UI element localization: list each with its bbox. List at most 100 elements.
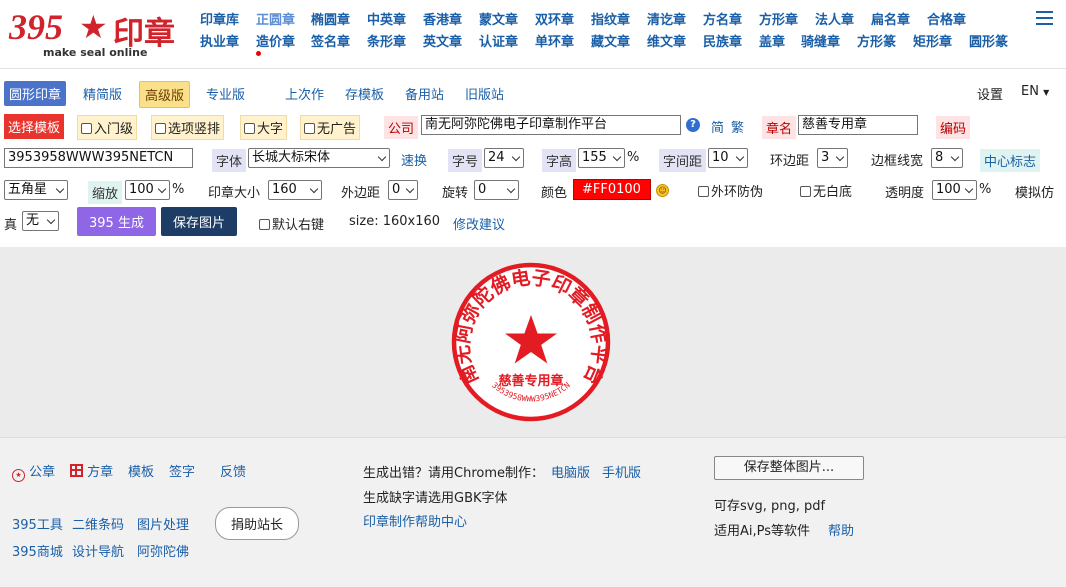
nav-row1-item-7[interactable]: 指纹章 — [591, 9, 630, 28]
outer-ring-label: 外环防伪 — [711, 185, 764, 200]
tab-pro[interactable]: 专业版 — [206, 84, 245, 103]
site-logo[interactable]: 395 ★ 印章 make seal online — [9, 6, 179, 62]
language-select[interactable]: EN ▼ — [1021, 84, 1049, 99]
footer-signature-link[interactable]: 签字 — [169, 461, 195, 480]
footer-seal-link[interactable]: ★ 公章 — [12, 461, 55, 482]
border-width-select[interactable]: 8 — [931, 148, 963, 168]
nav-row1-item-6[interactable]: 双环章 — [535, 9, 574, 28]
settings-link[interactable]: 设置 — [977, 84, 1003, 103]
nav-row1-item-13[interactable]: 合格章 — [927, 9, 966, 28]
color-picker[interactable]: #FF0100 — [573, 179, 651, 200]
link-last-work[interactable]: 上次作 — [285, 84, 324, 103]
nav-row2-item-6[interactable]: 单环章 — [535, 31, 574, 50]
check-no-white[interactable]: 无白底 — [800, 181, 852, 200]
footer-shop-link[interactable]: 395商城 — [12, 541, 63, 560]
nav-row2-item-7[interactable]: 藏文章 — [591, 31, 630, 50]
nav-row2-item-5[interactable]: 认证章 — [479, 31, 518, 50]
footer-amitabha-link[interactable]: 阿弥陀佛 — [137, 541, 189, 560]
rotate-select[interactable]: 0 — [474, 180, 519, 200]
link-old-site[interactable]: 旧版站 — [465, 84, 504, 103]
footer-template-link[interactable]: 模板 — [128, 461, 154, 480]
nav-row2-item-14[interactable]: 圆形篆 — [969, 31, 1008, 50]
save-all-image-button[interactable]: 保存整体图片... — [714, 456, 864, 480]
nav-row1-item-4[interactable]: 香港章 — [423, 9, 462, 28]
nav-row1-item-0[interactable]: 印章库 — [200, 9, 239, 28]
seal-size-select[interactable]: 160 — [268, 180, 322, 200]
nav-row1-item-3[interactable]: 中英章 — [367, 9, 406, 28]
nav-row2-item-0[interactable]: 执业章 — [200, 31, 239, 50]
nav-row2-item-12[interactable]: 方形篆 — [857, 31, 896, 50]
check-no-ads[interactable]: 无广告 — [300, 115, 361, 140]
footer-design-nav-link[interactable]: 设计导航 — [72, 541, 124, 560]
nav-row1-item-10[interactable]: 方形章 — [759, 9, 798, 28]
check-vertical[interactable]: 选项竖排 — [151, 115, 225, 140]
footer-mobile-link[interactable]: 手机版 — [602, 462, 641, 481]
nav-row1-item-9[interactable]: 方名章 — [703, 9, 742, 28]
logo-tagline: make seal online — [43, 46, 148, 59]
simulate-select[interactable]: 无 — [22, 211, 59, 231]
company-input[interactable]: 南无阿弥陀佛电子印章制作平台 — [421, 115, 681, 135]
nav-row1-item-12[interactable]: 扁名章 — [871, 9, 910, 28]
scale-select[interactable]: 100 — [125, 180, 170, 200]
text-height-select[interactable]: 155 — [578, 148, 625, 168]
seal-image[interactable]: 南无阿弥陀佛电子印章制作平台 慈善专用章 3953958WWW395NETCN — [446, 257, 616, 427]
footer-help-center-link[interactable]: 印章制作帮助中心 — [363, 511, 467, 530]
nav-row2-item-13[interactable]: 矩形章 — [913, 31, 952, 50]
outer-margin-select[interactable]: 0 — [388, 180, 418, 200]
nav-row2-item-2[interactable]: 签名章 — [311, 31, 350, 50]
code-button[interactable]: 编码 — [936, 116, 971, 139]
save-image-button[interactable]: 保存图片 — [161, 207, 238, 236]
nav-row1-item-1[interactable]: 正圆章 — [256, 9, 295, 28]
footer-tools-link[interactable]: 395工具 — [12, 514, 63, 533]
center-mark-label[interactable]: 中心标志 — [980, 149, 1041, 172]
check-default-right-click[interactable]: 默认右键 — [259, 214, 324, 233]
nav-row1-item-2[interactable]: 椭圆章 — [311, 9, 350, 28]
nav-row1-item-5[interactable]: 蒙文章 — [479, 9, 518, 28]
font-select[interactable]: 长城大标宋体 — [248, 148, 390, 168]
nav-row1-item-8[interactable]: 清讫章 — [647, 9, 686, 28]
select-template-button[interactable]: 选择模板 — [4, 114, 65, 139]
question-icon[interactable]: ? — [686, 118, 700, 132]
check-big-text[interactable]: 大字 — [240, 115, 288, 140]
suggest-link[interactable]: 修改建议 — [453, 214, 505, 233]
check-beginner[interactable]: 入门级 — [77, 115, 138, 140]
footer-square-link[interactable]: 方章 — [70, 461, 113, 480]
opacity-select[interactable]: 100 — [932, 180, 977, 200]
footer-image-link[interactable]: 图片处理 — [137, 514, 189, 533]
donate-button[interactable]: 捐助站长 — [215, 507, 300, 540]
nav-row2-item-8[interactable]: 维文章 — [647, 31, 686, 50]
link-save-template[interactable]: 存模板 — [345, 84, 384, 103]
footer-desktop-link[interactable]: 电脑版 — [551, 462, 590, 481]
code-input[interactable]: 3953958WWW395NETCN — [4, 148, 193, 168]
traditional-link[interactable]: 繁 — [731, 117, 744, 136]
simplified-link[interactable]: 简 — [711, 117, 724, 136]
center-shape-select[interactable]: 五角星 — [4, 180, 68, 200]
font-label: 字体 — [212, 149, 247, 172]
tab-advanced[interactable]: 高级版 — [139, 81, 191, 108]
font-size-select[interactable]: 24 — [484, 148, 524, 168]
nav-row2-item-10[interactable]: 盖章 — [759, 31, 785, 50]
nav-row2-item-11[interactable]: 骑缝章 — [801, 31, 840, 50]
generate-button[interactable]: 395 生成 — [77, 207, 156, 236]
smiley-icon[interactable]: ☺ — [656, 184, 669, 197]
seal-name-input[interactable]: 慈善专用章 — [798, 115, 918, 135]
nav-row2-item-1[interactable]: 造价章 — [256, 31, 295, 50]
seal-name-label: 章名 — [762, 116, 797, 139]
quick-switch-link[interactable]: 速换 — [401, 150, 427, 169]
nav-row2-item-4[interactable]: 英文章 — [423, 31, 462, 50]
letter-spacing-select[interactable]: 10 — [708, 148, 748, 168]
footer-feedback-link[interactable]: 反馈 — [220, 461, 246, 480]
nav-row2-item-9[interactable]: 民族章 — [703, 31, 742, 50]
check-outer-ring[interactable]: 外环防伪 — [698, 181, 763, 200]
hamburger-icon[interactable] — [1036, 10, 1053, 26]
footer-help-link[interactable]: 帮助 — [828, 520, 854, 539]
footer-qrcode-link[interactable]: 二维条码 — [72, 514, 124, 533]
checkbox — [698, 186, 709, 197]
ring-margin-select[interactable]: 3 — [817, 148, 848, 168]
opacity-label: 透明度 — [885, 186, 925, 201]
tab-round-seal[interactable]: 圆形印章 — [4, 81, 67, 106]
link-backup-site[interactable]: 备用站 — [405, 84, 444, 103]
nav-row2-item-3[interactable]: 条形章 — [367, 31, 406, 50]
nav-row1-item-11[interactable]: 法人章 — [815, 9, 854, 28]
tab-simple[interactable]: 精简版 — [83, 84, 122, 103]
